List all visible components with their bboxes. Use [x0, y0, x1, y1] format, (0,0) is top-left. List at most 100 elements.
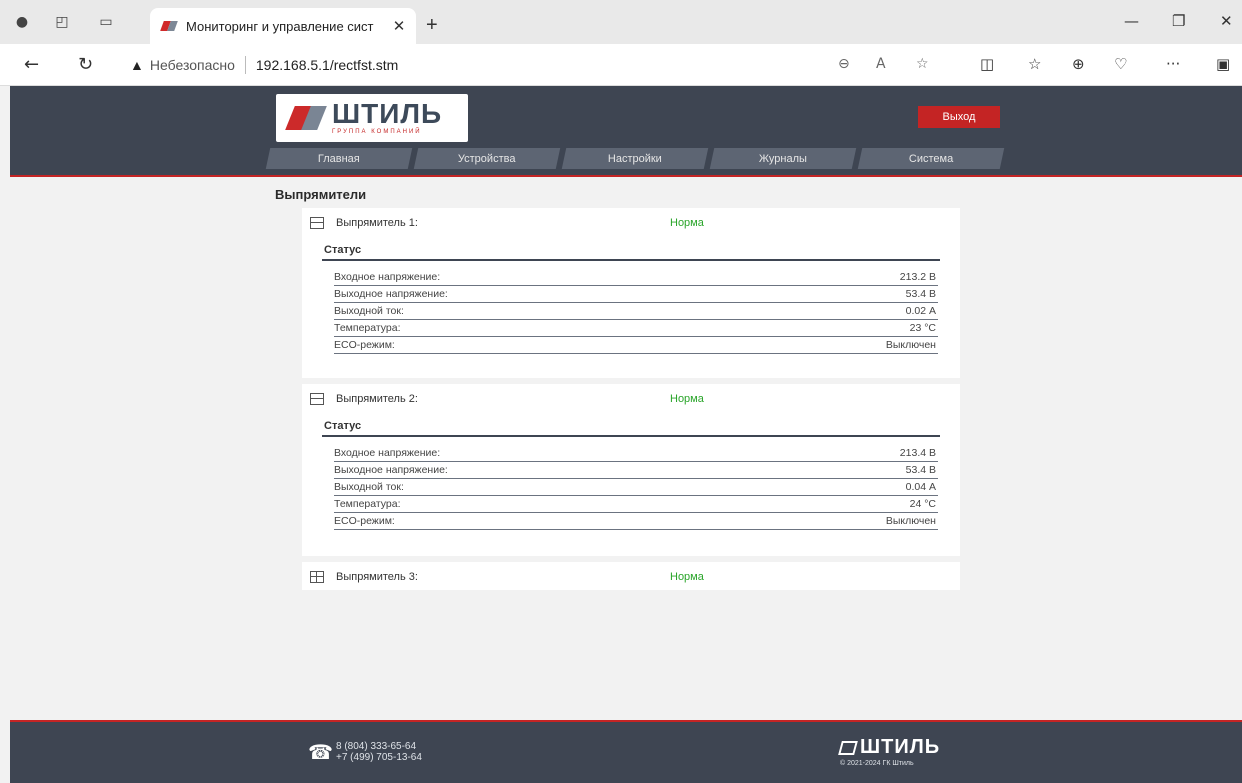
restore-icon[interactable]: ❐ — [1172, 12, 1185, 30]
insecure-label: Небезопасно — [149, 57, 235, 73]
status-row: Входное напряжение: 213.2 В — [334, 269, 938, 286]
back-icon[interactable]: ← — [24, 54, 39, 75]
status-row: Температура: 24 °С — [334, 496, 938, 513]
phone-icon: ☎ — [308, 740, 333, 764]
expand-icon[interactable] — [310, 570, 324, 583]
row-value: 24 °С — [909, 498, 936, 510]
row-value: 213.2 В — [899, 271, 936, 283]
row-label: ECO-режим: — [334, 515, 395, 527]
menu-item-home[interactable]: Главная — [265, 148, 413, 169]
row-value: 23 °С — [909, 322, 936, 334]
logo-text: ШТИЛЬ — [332, 98, 443, 129]
row-value: 53.4 В — [905, 464, 936, 476]
menu-item-devices[interactable]: Устройства — [413, 148, 561, 169]
status-row: Входное напряжение: 213.4 В — [334, 445, 938, 462]
reload-icon[interactable]: ↻ — [78, 54, 93, 75]
page-title: Выпрямители — [275, 187, 367, 202]
status-row: ECO-режим: Выключен — [334, 337, 938, 354]
site-footer: ☎ 8 (804) 333-65-64 +7 (499) 705-13-64 Ш… — [10, 720, 1242, 783]
row-label: ECO-режим: — [334, 339, 395, 351]
row-value: 53.4 В — [905, 288, 936, 300]
tab-title: Мониторинг и управление сист — [186, 18, 374, 34]
row-label: Выходное напряжение: — [334, 288, 448, 300]
rectifier-name: Выпрямитель 1: — [336, 216, 418, 229]
close-window-icon[interactable]: ✕ — [1220, 12, 1233, 30]
zoom-icon[interactable]: ⊖ — [838, 56, 850, 72]
status-row: Температура: 23 °С — [334, 320, 938, 337]
split-screen-icon[interactable]: ◫ — [980, 55, 994, 73]
rectifier-card: Выпрямитель 1: Норма Статус Входное напр… — [302, 208, 960, 378]
minimize-icon[interactable]: — — [1124, 12, 1139, 30]
favicon-icon — [162, 20, 178, 32]
browser-tab-bar: ● ◰ ▭ Мониторинг и управление сист ✕ + —… — [0, 0, 1242, 44]
row-value: 213.4 В — [899, 447, 936, 459]
collapse-icon[interactable] — [310, 216, 324, 229]
menu-label: Главная — [318, 152, 360, 165]
profile-icon[interactable]: ● — [12, 12, 32, 32]
status-row: Выходное напряжение: 53.4 В — [334, 286, 938, 303]
rectifier-header[interactable]: Выпрямитель 3: Норма — [302, 562, 960, 591]
menu-label: Журналы — [758, 152, 808, 165]
phone-number-2: +7 (499) 705-13-64 — [336, 752, 422, 763]
status-row: Выходной ток: 0.02 А — [334, 303, 938, 320]
site-header: ШТИЛЬ ГРУППА КОМПАНИЙ Выход Главная Устр… — [10, 86, 1242, 177]
collapse-icon[interactable] — [310, 392, 324, 405]
row-value: Выключен — [885, 515, 936, 527]
status-row: Выходное напряжение: 53.4 В — [334, 462, 938, 479]
rectifier-name: Выпрямитель 3: — [336, 570, 418, 583]
status-row: Выходной ток: 0.04 А — [334, 479, 938, 496]
footer-logo-text: ШТИЛЬ — [860, 736, 941, 758]
rectifier-card: Выпрямитель 2: Норма Статус Входное напр… — [302, 384, 960, 556]
footer-logo-mark-icon — [838, 740, 858, 755]
new-tab-button[interactable]: + — [426, 14, 438, 37]
status-title: Статус — [322, 413, 940, 437]
address-field[interactable]: ▲ Небезопасно 192.168.5.1/rectfst.stm — [118, 50, 960, 80]
copyright-text: © 2021-2024 ГК Штиль — [840, 760, 914, 767]
browser-essentials-icon[interactable]: ♡ — [1114, 55, 1127, 73]
rectifier-header[interactable]: Выпрямитель 2: Норма — [302, 384, 960, 413]
tab-actions-icon[interactable]: ▭ — [96, 12, 116, 32]
workspaces-icon[interactable]: ◰ — [52, 12, 72, 32]
site-logo[interactable]: ШТИЛЬ ГРУППА КОМПАНИЙ — [276, 94, 468, 142]
logout-button[interactable]: Выход — [918, 106, 1000, 128]
row-value: 0.04 А — [905, 481, 936, 493]
row-label: Выходной ток: — [334, 305, 404, 317]
row-value: Выключен — [885, 339, 936, 351]
logo-mark-icon — [286, 104, 326, 132]
sidebar-icon[interactable]: ▣ — [1216, 55, 1230, 73]
menu-label: Настройки — [608, 152, 662, 165]
rectifier-card: Выпрямитель 3: Норма — [302, 562, 960, 590]
row-value: 0.02 А — [905, 305, 936, 317]
row-label: Температура: — [334, 322, 401, 334]
row-label: Температура: — [334, 498, 401, 510]
menu-label: Система — [908, 152, 954, 165]
rectifier-state: Норма — [670, 570, 704, 583]
menu-item-logs[interactable]: Журналы — [709, 148, 857, 169]
footer-logo: ШТИЛЬ © 2021-2024 ГК Штиль — [838, 736, 941, 767]
logo-subtext: ГРУППА КОМПАНИЙ — [332, 129, 422, 135]
menu-item-settings[interactable]: Настройки — [561, 148, 709, 169]
menu-item-system[interactable]: Система — [857, 148, 1005, 169]
warning-icon: ▲ — [130, 57, 144, 73]
rectifier-header[interactable]: Выпрямитель 1: Норма — [302, 208, 960, 237]
row-label: Входное напряжение: — [334, 447, 441, 459]
row-label: Выходное напряжение: — [334, 464, 448, 476]
rectifier-state: Норма — [670, 392, 704, 405]
menu-label: Устройства — [458, 152, 516, 165]
address-toolbar: ← ↻ ▲ Небезопасно 192.168.5.1/rectfst.st… — [0, 44, 1242, 86]
status-row: ECO-режим: Выключен — [334, 513, 938, 530]
favorite-star-icon[interactable]: ☆ — [916, 56, 929, 72]
rectifier-state: Норма — [670, 216, 704, 229]
rectifier-name: Выпрямитель 2: — [336, 392, 418, 405]
address-separator — [244, 56, 246, 74]
read-aloud-icon[interactable]: A — [876, 56, 886, 72]
url-text[interactable]: 192.168.5.1/rectfst.stm — [256, 57, 398, 73]
favorites-icon[interactable]: ☆ — [1028, 55, 1041, 73]
row-label: Выходной ток: — [334, 481, 404, 493]
row-label: Входное напряжение: — [334, 271, 441, 283]
tab-close-button[interactable]: ✕ — [390, 17, 408, 35]
collections-icon[interactable]: ⊕ — [1072, 55, 1085, 73]
more-menu-icon[interactable]: ··· — [1166, 55, 1180, 73]
phone-number-1: 8 (804) 333-65-64 — [336, 741, 417, 752]
browser-tab[interactable]: Мониторинг и управление сист ✕ — [150, 8, 416, 44]
